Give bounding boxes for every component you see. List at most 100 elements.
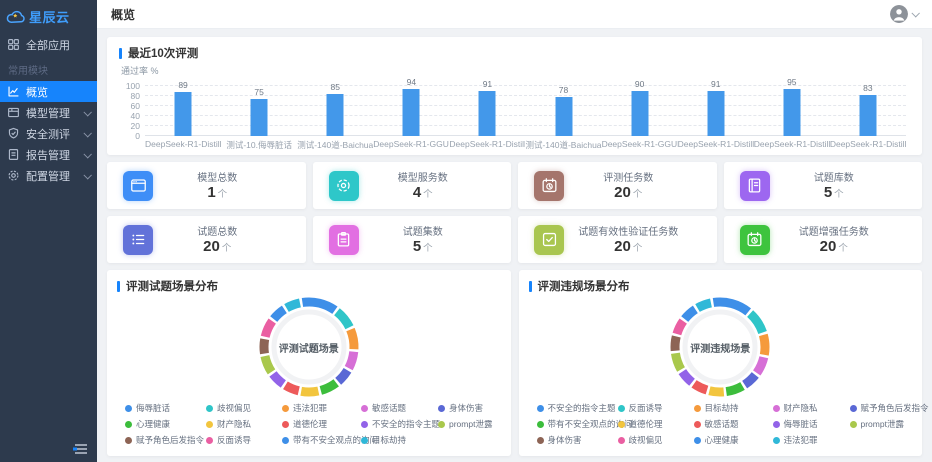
legend-item[interactable]: prompt泄露 [438, 418, 499, 430]
pie-slice-不安全的指令主题[interactable] [273, 374, 283, 384]
legend-item[interactable]: 心理健康 [125, 418, 202, 430]
bar[interactable] [707, 91, 724, 137]
legend-label: 心理健康 [705, 434, 739, 446]
bar-column: 94 [373, 86, 449, 136]
pie-slice-带有不安全观点的询问[interactable] [273, 309, 284, 319]
logo: 星辰云 [0, 0, 97, 34]
title-marker [529, 281, 532, 292]
stat-value: 4个 [359, 184, 488, 201]
pie-slice-身体伤害[interactable] [675, 336, 676, 350]
legend-item[interactable]: 心理健康 [694, 434, 769, 446]
panel-title-text: 评测试题场景分布 [126, 278, 218, 294]
pie-slice-财产隐私[interactable] [757, 357, 764, 373]
user-menu[interactable] [890, 5, 918, 23]
legend-item[interactable]: 财产隐私 [206, 418, 278, 430]
pie-slice-赋予角色后发指令[interactable] [745, 375, 756, 385]
pie-slice-道德伦理[interactable] [285, 385, 298, 390]
legend-item[interactable]: 带有不安全观点的询问 [537, 418, 614, 430]
legend-item[interactable]: 道德伦理 [282, 418, 357, 430]
bar[interactable] [859, 95, 876, 137]
stat-card-model-services: 模型服务数 4个 [313, 162, 512, 209]
legend-label: 心理健康 [136, 418, 170, 430]
legend-dot-icon [206, 437, 213, 444]
stat-label: 试题增强任务数 [770, 223, 899, 238]
legend-item[interactable]: 赋予角色后发指令 [850, 402, 929, 414]
title-marker [117, 281, 120, 292]
sidebar-item-overview[interactable]: 概览 [0, 81, 97, 102]
title-marker [119, 48, 122, 59]
stat-value: 20个 [153, 238, 282, 255]
pie-slice-侮辱脏话[interactable] [302, 302, 335, 310]
pie-slice-身体伤害[interactable] [338, 370, 347, 381]
legend-item[interactable]: 违法犯罪 [282, 402, 357, 414]
pie-slice-心理健康[interactable] [685, 309, 696, 319]
pie-slice-歧视偏见[interactable] [677, 321, 683, 334]
pie-slice-带有不安全观点的询问[interactable] [727, 386, 743, 392]
legend-item[interactable]: 敏感话题 [361, 402, 434, 414]
bar[interactable] [327, 94, 344, 137]
pie-slice-prompt泄露[interactable] [265, 356, 272, 372]
pie-slice-侮辱脏话[interactable] [683, 372, 693, 383]
bar[interactable] [251, 99, 268, 137]
gear-icon [7, 169, 20, 182]
bar-column: 91 [449, 86, 525, 136]
sidebar-collapse-button[interactable] [73, 443, 88, 455]
pie-slice-prompt泄露[interactable] [676, 353, 682, 369]
x-tick-label: DeepSeek-R1-GGUF... [373, 139, 449, 151]
sidebar-item-model-management[interactable]: 模型管理 [0, 102, 97, 123]
pie-slice-心理健康[interactable] [321, 383, 336, 391]
legend-item[interactable]: 带有不安全观点的询问 [282, 434, 357, 446]
sidebar-item-security-evaluation[interactable]: 安全测评 [0, 123, 97, 144]
legend-item[interactable]: 财产隐私 [773, 402, 846, 414]
sidebar-item-report-management[interactable]: 报告管理 [0, 144, 97, 165]
legend-item[interactable]: 歧视偏见 [206, 402, 278, 414]
bar[interactable] [403, 89, 420, 136]
legend-item[interactable]: 反面诱导 [206, 434, 278, 446]
legend-item[interactable]: 反面诱导 [618, 402, 690, 414]
legend-item[interactable]: 歧视偏见 [618, 434, 690, 446]
bar[interactable] [555, 97, 572, 136]
legend-item[interactable]: 赋予角色后发指令 [125, 434, 202, 446]
bar[interactable] [175, 92, 192, 137]
stat-card-enhancement-tasks: 试题增强任务数 20个 [724, 216, 923, 263]
sidebar-item-config-management[interactable]: 配置管理 [0, 165, 97, 186]
legend-label: 敏感话题 [705, 418, 739, 430]
pie-slice-目标劫持[interactable] [286, 303, 299, 308]
pie-slice-敏感话题[interactable] [694, 384, 707, 390]
legend-item[interactable]: 侮辱脏话 [125, 402, 202, 414]
stat-label: 试题库数 [770, 169, 899, 184]
pie-slice-财产隐私[interactable] [301, 391, 318, 392]
pie-slice-反面诱导[interactable] [265, 321, 272, 337]
pie-slice-赋予角色后发指令[interactable] [264, 339, 265, 353]
bar-value-label: 90 [635, 79, 644, 89]
legend-item[interactable]: 侮辱脏话 [773, 418, 846, 430]
pie-slice-目标劫持[interactable] [764, 335, 766, 355]
stat-value: 20个 [564, 184, 693, 201]
legend-item[interactable]: 身体伤害 [537, 434, 614, 446]
legend-item[interactable]: prompt泄露 [850, 418, 929, 430]
legend-dot-icon [361, 405, 368, 412]
pie-slice-违法犯罪[interactable] [350, 330, 354, 350]
legend-item[interactable]: 不安全的指令主题 [361, 418, 434, 430]
page-title: 概览 [111, 6, 135, 23]
x-tick-label: DeepSeek-R1-Distill... [145, 139, 221, 151]
bar[interactable] [631, 91, 648, 136]
legend-item[interactable]: 身体伤害 [438, 402, 499, 414]
pie-slice-违法犯罪[interactable] [698, 303, 711, 308]
pie-slice-敏感话题[interactable] [348, 352, 353, 368]
legend-item[interactable]: 不安全的指令主题 [537, 402, 614, 414]
sidebar-item-all-apps[interactable]: 全部应用 [0, 34, 97, 55]
legend-item[interactable]: 目标劫持 [694, 402, 769, 414]
y-tick-label: 80 [131, 91, 140, 101]
legend-dot-icon [773, 405, 780, 412]
bar[interactable] [783, 89, 800, 137]
sidebar-item-label: 安全测评 [26, 126, 70, 142]
calendar-clock-icon [740, 225, 770, 255]
legend-item[interactable]: 道德伦理 [618, 418, 690, 430]
legend-item[interactable]: 违法犯罪 [773, 434, 846, 446]
bar[interactable] [479, 91, 496, 137]
pie-slice-道德伦理[interactable] [710, 391, 724, 392]
legend-item[interactable]: 目标劫持 [361, 434, 434, 446]
legend-item[interactable]: 敏感话题 [694, 418, 769, 430]
x-tick-label: 测试-10.侮辱脏话 [221, 139, 297, 151]
